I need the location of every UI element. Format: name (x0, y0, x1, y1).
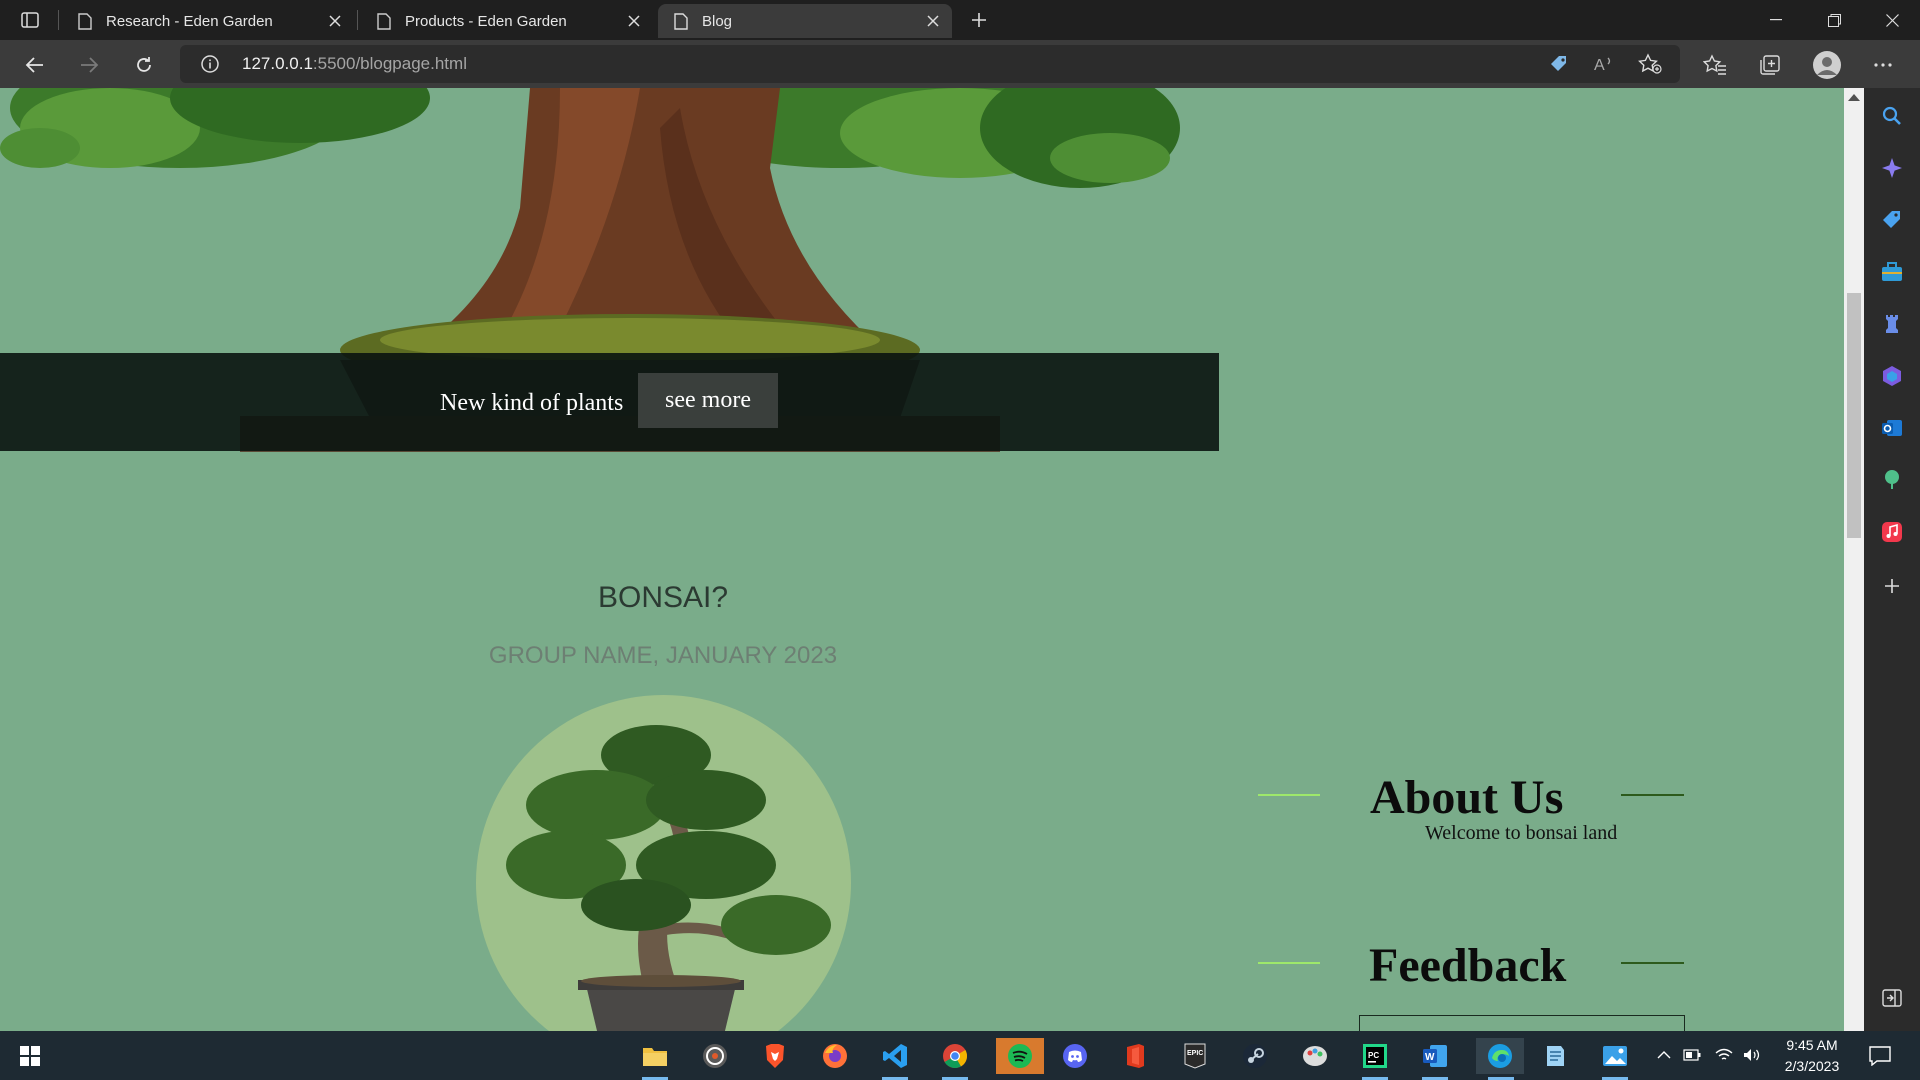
steam-icon[interactable] (1236, 1038, 1274, 1074)
tree-app-icon[interactable] (1878, 466, 1906, 494)
battery-icon[interactable] (1682, 1045, 1702, 1065)
feedback-heading: Feedback (1369, 939, 1567, 992)
games-icon[interactable] (1878, 310, 1906, 338)
tab-label: Blog (702, 13, 733, 30)
tab-strip: Research - Eden Garden Products - Eden G… (0, 0, 1920, 40)
svg-text:A: A (1594, 57, 1605, 74)
back-button[interactable] (18, 48, 52, 82)
clock-time: 9:45 AM (1786, 1037, 1838, 1053)
add-sidebar-app-icon[interactable] (1878, 572, 1906, 600)
svg-text:EPIC: EPIC (1187, 1050, 1203, 1057)
minimize-button[interactable] (1748, 0, 1804, 40)
clock-date: 2/3/2023 (1784, 1058, 1840, 1074)
edge-sidebar (1864, 88, 1920, 1031)
add-favorite-icon[interactable] (1638, 53, 1662, 80)
tab-separator (58, 10, 59, 30)
shopping-icon[interactable] (1878, 206, 1906, 234)
about-us-text: Welcome to bonsai land (1425, 822, 1618, 844)
decorative-line-right (1621, 962, 1684, 964)
word-icon[interactable]: W (1416, 1038, 1454, 1080)
decorative-line-left (1258, 962, 1320, 964)
close-window-button[interactable] (1864, 0, 1920, 40)
tools-icon[interactable] (1878, 258, 1906, 286)
outlook-icon[interactable] (1878, 414, 1906, 442)
site-info-icon[interactable] (200, 54, 220, 79)
page-icon (674, 13, 688, 34)
close-icon[interactable] (924, 12, 942, 30)
address-bar[interactable]: 127.0.0.1:5500/blogpage.html A (180, 45, 1680, 83)
feedback-form[interactable] (1359, 1015, 1685, 1031)
svg-text:W: W (1425, 1052, 1435, 1063)
about-us-heading: About Us (1370, 771, 1564, 824)
refresh-button[interactable] (127, 48, 161, 82)
edge-icon[interactable] (1476, 1038, 1524, 1080)
url-text[interactable]: 127.0.0.1:5500/blogpage.html (242, 54, 467, 74)
close-icon[interactable] (326, 12, 344, 30)
hero-caption-bar: New kind of plants see more (0, 353, 1219, 451)
tab-blog[interactable]: Blog (658, 4, 952, 38)
notepad-icon[interactable] (1536, 1038, 1574, 1074)
favorites-icon[interactable] (1698, 48, 1732, 82)
browser-toolbar: 127.0.0.1:5500/blogpage.html A (0, 40, 1920, 88)
close-icon[interactable] (625, 12, 643, 30)
music-app-icon[interactable] (1878, 518, 1906, 546)
microsoft-365-icon[interactable] (1878, 362, 1906, 390)
bonsai-image (476, 695, 851, 1031)
vs-code-icon[interactable] (876, 1038, 914, 1080)
show-hidden-icons-icon[interactable] (1654, 1045, 1674, 1065)
forward-button[interactable] (72, 48, 106, 82)
hero-caption: New kind of plants (440, 390, 624, 416)
tab-actions-icon[interactable] (12, 8, 48, 32)
shopping-tag-icon[interactable] (1548, 53, 1570, 80)
brave-browser-icon[interactable] (756, 1038, 794, 1074)
windows-taskbar: EPIC PC W 9:45 AM 2/3/2023 (0, 1031, 1920, 1080)
spotify-icon[interactable] (996, 1038, 1044, 1074)
media-app-icon[interactable] (696, 1038, 734, 1074)
read-aloud-icon[interactable]: A (1593, 54, 1615, 79)
article-meta: GROUP NAME, JANUARY 2023 (488, 642, 838, 669)
more-options-icon[interactable] (1866, 48, 1900, 82)
discord-icon[interactable] (1056, 1038, 1094, 1074)
tab-products[interactable]: Products - Eden Garden (361, 4, 653, 38)
see-more-button[interactable]: see more (638, 373, 778, 428)
tab-separator (357, 10, 358, 30)
system-clock[interactable]: 9:45 AM 2/3/2023 (1772, 1035, 1852, 1077)
url-path: :5500/blogpage.html (312, 54, 467, 73)
tab-label: Research - Eden Garden (106, 13, 273, 30)
office-icon[interactable] (1116, 1038, 1154, 1074)
wifi-icon[interactable] (1714, 1045, 1734, 1065)
hero-banner: New kind of plants see more (0, 88, 1220, 452)
file-explorer-icon[interactable] (636, 1038, 674, 1080)
collections-icon[interactable] (1753, 48, 1787, 82)
volume-icon[interactable] (1742, 1045, 1762, 1065)
url-host: 127.0.0.1 (242, 54, 313, 73)
page-scrollbar[interactable] (1844, 88, 1864, 1031)
chrome-icon[interactable] (936, 1038, 974, 1080)
start-button[interactable] (11, 1038, 49, 1074)
tab-label: Products - Eden Garden (405, 13, 567, 30)
restore-button[interactable] (1806, 0, 1862, 40)
notifications-icon[interactable] (1868, 1044, 1892, 1068)
discover-icon[interactable] (1878, 154, 1906, 182)
epic-games-icon[interactable]: EPIC (1176, 1038, 1214, 1074)
new-tab-button[interactable] (965, 6, 993, 34)
page-icon (377, 13, 391, 34)
pycharm-icon[interactable]: PC (1356, 1038, 1394, 1080)
firefox-icon[interactable] (816, 1038, 854, 1074)
profile-avatar[interactable] (1810, 48, 1844, 82)
decorative-line-left (1258, 794, 1320, 796)
scroll-up-arrow-icon[interactable] (1848, 94, 1860, 101)
photos-icon[interactable] (1596, 1038, 1634, 1080)
page-content: New kind of plants see more BONSAI? GROU… (0, 88, 1844, 1031)
scrollbar-thumb[interactable] (1847, 293, 1861, 538)
search-icon[interactable] (1878, 102, 1906, 130)
svg-text:PC: PC (1368, 1051, 1379, 1060)
hide-sidebar-icon[interactable] (1878, 984, 1906, 1012)
bonsai-illustration (506, 725, 831, 1031)
paint-app-icon[interactable] (1296, 1038, 1334, 1074)
tab-research[interactable]: Research - Eden Garden (62, 4, 354, 38)
decorative-line-right (1621, 794, 1684, 796)
page-icon (78, 13, 92, 34)
article-title: BONSAI? (597, 581, 729, 614)
